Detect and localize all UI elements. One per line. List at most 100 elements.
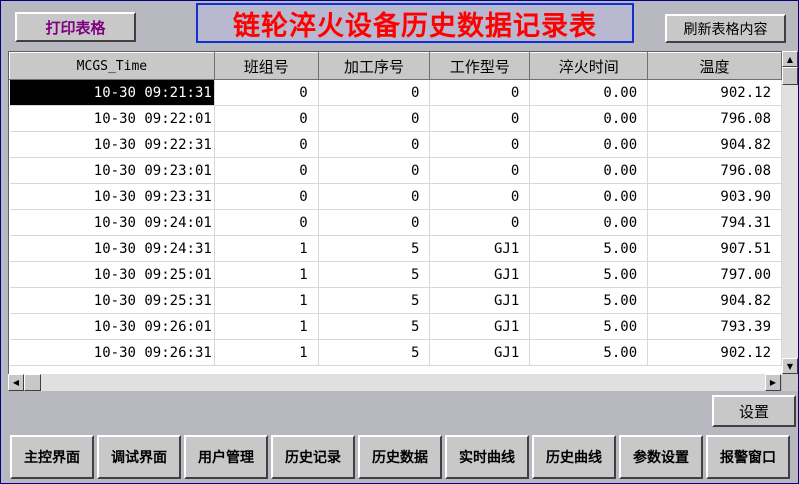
cell-quench-time[interactable]: 5.00 [529,313,649,340]
cell-quench-time[interactable]: 0.00 [529,209,649,236]
cell-time[interactable]: 10-30 09:23:31 [9,183,215,210]
scroll-right-icon[interactable]: ▶ [765,374,781,391]
cell-process[interactable]: 0 [318,183,431,210]
column-header-time[interactable]: MCGS_Time [9,52,215,80]
cell-quench-time[interactable]: 5.00 [529,339,649,366]
settings-button[interactable]: 设置 [712,395,796,427]
cell-temperature[interactable]: 903.90 [647,183,782,210]
horizontal-scrollbar[interactable]: ◀ ▶ [8,374,781,391]
cell-process[interactable]: 5 [318,339,431,366]
cell-temperature[interactable]: 904.82 [647,131,782,158]
cell-model[interactable]: 0 [429,157,531,184]
cell-model[interactable]: 0 [429,183,531,210]
cell-model[interactable]: GJ1 [429,287,531,314]
table-row[interactable]: 10-30 09:23:31 0 0 0 0.00 903.90 [9,183,782,210]
cell-time[interactable]: 10-30 09:22:31 [9,131,215,158]
nav-user-management-button[interactable]: 用户管理 [184,435,268,479]
nav-alarm-window-button[interactable]: 报警窗口 [706,435,790,479]
table-row[interactable]: 10-30 09:25:01 1 5 GJ1 5.00 797.00 [9,261,782,288]
cell-quench-time[interactable]: 5.00 [529,261,649,288]
cell-team[interactable]: 1 [214,287,319,314]
cell-temperature[interactable]: 902.12 [647,339,782,366]
cell-process[interactable]: 0 [318,157,431,184]
cell-process[interactable]: 0 [318,105,431,132]
print-table-button[interactable]: 打印表格 [15,12,136,42]
cell-time[interactable]: 10-30 09:21:31 [9,79,215,106]
nav-history-curve-button[interactable]: 历史曲线 [532,435,616,479]
table-row[interactable]: 10-30 09:21:31 0 0 0 0.00 902.12 [9,79,782,106]
cell-quench-time[interactable]: 0.00 [529,79,649,106]
cell-process[interactable]: 0 [318,79,431,106]
column-header-team[interactable]: 班组号 [213,52,319,80]
cell-model[interactable]: GJ1 [429,261,531,288]
cell-team[interactable]: 1 [214,313,319,340]
cell-time[interactable]: 10-30 09:22:01 [9,105,215,132]
cell-time[interactable]: 10-30 09:23:01 [9,157,215,184]
cell-model[interactable]: GJ1 [429,339,531,366]
cell-quench-time[interactable]: 0.00 [529,131,649,158]
cell-model[interactable]: 0 [429,105,531,132]
history-data-grid[interactable]: MCGS_Time 班组号 加工序号 工作型号 淬火时间 温度 10-30 09… [8,51,782,375]
cell-time[interactable]: 10-30 09:26:01 [9,313,215,340]
table-row[interactable]: 10-30 09:24:01 0 0 0 0.00 794.31 [9,209,782,236]
table-row[interactable]: 10-30 09:22:01 0 0 0 0.00 796.08 [9,105,782,132]
cell-quench-time[interactable]: 5.00 [529,287,649,314]
scroll-down-icon[interactable]: ▼ [782,358,798,374]
cell-quench-time[interactable]: 0.00 [529,157,649,184]
cell-temperature[interactable]: 797.00 [647,261,782,288]
cell-process[interactable]: 0 [318,131,431,158]
nav-main-control-button[interactable]: 主控界面 [10,435,94,479]
cell-process[interactable]: 5 [318,287,431,314]
cell-team[interactable]: 0 [214,105,319,132]
cell-temperature[interactable]: 794.31 [647,209,782,236]
cell-process[interactable]: 5 [318,313,431,340]
cell-process[interactable]: 5 [318,235,431,262]
cell-process[interactable]: 0 [318,209,431,236]
cell-temperature[interactable]: 904.82 [647,287,782,314]
cell-team[interactable]: 1 [214,339,319,366]
cell-team[interactable]: 0 [214,157,319,184]
cell-team[interactable]: 0 [214,131,319,158]
cell-team[interactable]: 1 [214,261,319,288]
refresh-table-button[interactable]: 刷新表格内容 [665,14,786,43]
cell-team[interactable]: 0 [214,79,319,106]
cell-temperature[interactable]: 907.51 [647,235,782,262]
table-row[interactable]: 10-30 09:23:01 0 0 0 0.00 796.08 [9,157,782,184]
vertical-scrollbar[interactable]: ▲ ▼ [782,51,798,374]
cell-time[interactable]: 10-30 09:25:31 [9,287,215,314]
cell-quench-time[interactable]: 0.00 [529,183,649,210]
cell-team[interactable]: 0 [214,183,319,210]
cell-team[interactable]: 0 [214,209,319,236]
table-row[interactable]: 10-30 09:25:31 1 5 GJ1 5.00 904.82 [9,287,782,314]
table-row[interactable]: 10-30 09:24:31 1 5 GJ1 5.00 907.51 [9,235,782,262]
cell-model[interactable]: 0 [429,209,531,236]
scroll-left-icon[interactable]: ◀ [8,374,24,391]
column-header-quench-time[interactable]: 淬火时间 [529,52,649,80]
column-header-model[interactable]: 工作型号 [429,52,531,80]
column-header-temperature[interactable]: 温度 [647,52,782,80]
cell-quench-time[interactable]: 5.00 [529,235,649,262]
table-row[interactable]: 10-30 09:26:31 1 5 GJ1 5.00 902.12 [9,339,782,366]
cell-model[interactable]: 0 [429,79,531,106]
column-header-process[interactable]: 加工序号 [317,52,431,80]
cell-time[interactable]: 10-30 09:24:01 [9,209,215,236]
cell-temperature[interactable]: 796.08 [647,157,782,184]
cell-time[interactable]: 10-30 09:25:01 [9,261,215,288]
cell-model[interactable]: GJ1 [429,235,531,262]
cell-time[interactable]: 10-30 09:26:31 [9,339,215,366]
cell-temperature[interactable]: 796.08 [647,105,782,132]
cell-team[interactable]: 1 [214,235,319,262]
cell-temperature[interactable]: 793.39 [647,313,782,340]
cell-temperature[interactable]: 902.12 [647,79,782,106]
cell-quench-time[interactable]: 0.00 [529,105,649,132]
nav-parameter-settings-button[interactable]: 参数设置 [619,435,703,479]
table-row[interactable]: 10-30 09:22:31 0 0 0 0.00 904.82 [9,131,782,158]
cell-time[interactable]: 10-30 09:24:31 [9,235,215,262]
nav-debug-button[interactable]: 调试界面 [97,435,181,479]
nav-realtime-curve-button[interactable]: 实时曲线 [445,435,529,479]
cell-model[interactable]: 0 [429,131,531,158]
cell-model[interactable]: GJ1 [429,313,531,340]
scroll-up-icon[interactable]: ▲ [782,51,798,67]
cell-process[interactable]: 5 [318,261,431,288]
table-row[interactable]: 10-30 09:26:01 1 5 GJ1 5.00 793.39 [9,313,782,340]
